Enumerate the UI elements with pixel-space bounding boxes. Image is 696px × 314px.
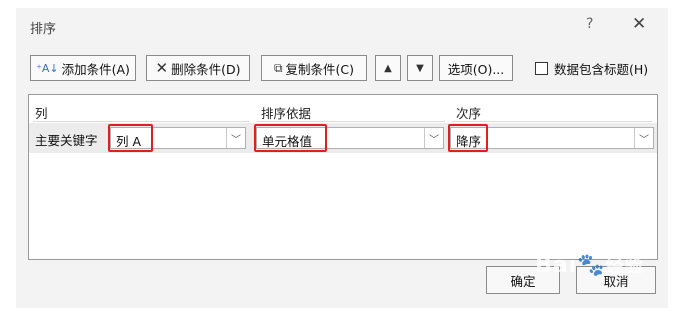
delete-level-button[interactable]: ✕ 删除条件(D) — [146, 55, 250, 81]
sort-levels-grid: 列 排序依据 次序 主要关键字 列 A ﹀ 单元格值 ﹀ 降序 ﹀ — [28, 94, 658, 260]
column-header-order: 次序 — [456, 106, 482, 121]
chevron-down-icon[interactable]: ﹀ — [226, 128, 245, 148]
delete-level-label: 删除条件(D) — [171, 61, 241, 77]
cancel-label: 取消 — [603, 273, 629, 289]
move-up-button[interactable]: ▲ — [375, 55, 401, 81]
close-button[interactable]: ✕ — [632, 14, 646, 34]
column-header-column: 列 — [35, 106, 48, 121]
arrow-down-icon: ▼ — [416, 62, 424, 74]
column-header-sort-on: 排序依据 — [261, 106, 312, 121]
header-checkbox[interactable]: 数据包含标题(H) — [535, 59, 648, 78]
header-checkbox-label: 数据包含标题(H) — [554, 62, 649, 77]
delete-icon: ✕ — [155, 59, 169, 77]
checkbox-box[interactable] — [535, 62, 548, 75]
options-label: 选项(O)... — [447, 61, 505, 77]
ok-label: 确定 — [510, 273, 536, 289]
header-divider — [452, 121, 652, 122]
header-divider — [33, 121, 249, 122]
column-select-value: 列 A — [116, 134, 142, 149]
sort-on-select-value: 单元格值 — [262, 134, 313, 149]
add-level-button[interactable]: ⁺A↓ 添加条件(A) — [30, 55, 136, 81]
chevron-down-icon[interactable]: ﹀ — [424, 128, 443, 148]
cancel-button[interactable]: 取消 — [576, 266, 656, 294]
column-select[interactable]: 列 A ﹀ — [110, 127, 246, 149]
copy-icon: ⧉ — [273, 60, 283, 75]
sort-on-select[interactable]: 单元格值 ﹀ — [256, 127, 444, 149]
order-select-value: 降序 — [456, 134, 482, 149]
add-level-icon: ⁺A↓ — [36, 61, 59, 75]
chevron-down-icon[interactable]: ﹀ — [634, 128, 653, 148]
add-level-label: 添加条件(A) — [61, 61, 130, 77]
help-button[interactable]: ? — [586, 16, 593, 32]
copy-level-label: 复制条件(C) — [285, 61, 355, 77]
dialog-title: 排序 — [30, 22, 57, 37]
header-divider — [257, 121, 445, 122]
copy-level-button[interactable]: ⧉ 复制条件(C) — [261, 55, 367, 81]
order-select[interactable]: 降序 ﹀ — [450, 127, 654, 149]
ok-button[interactable]: 确定 — [486, 266, 560, 294]
arrow-up-icon: ▲ — [384, 62, 392, 74]
sort-dialog: 排序 ? ✕ ⁺A↓ 添加条件(A) ✕ 删除条件(D) ⧉ 复制条件(C) ▲… — [16, 8, 668, 308]
move-down-button[interactable]: ▼ — [407, 55, 433, 81]
options-button[interactable]: 选项(O)... — [439, 55, 513, 81]
sort-key-label: 主要关键字 — [35, 133, 98, 148]
